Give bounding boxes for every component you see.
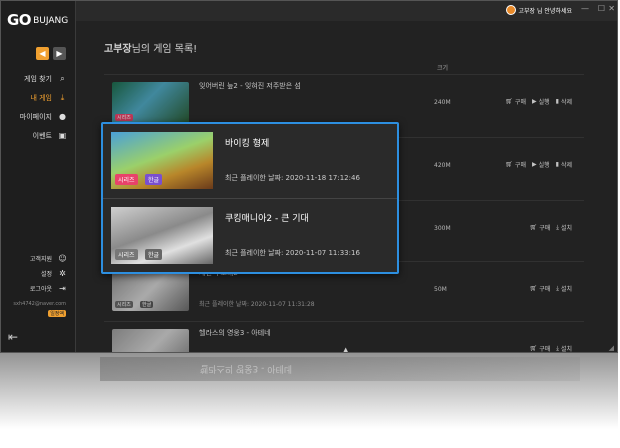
sidebar-item-support[interactable]: 고객지원 ☺ [1,251,76,266]
cart-icon: 🛒︎ [529,285,538,292]
sidebar: GO BUJANG ◀ ▶ 게임 찾기 ⌕ 내 게임 ⤓ 마이페이지 ● 이벤트 ▣ 고객… [1,1,76,352]
download-icon: ⤓ [60,93,65,102]
sidebar-menu: 게임 찾기 ⌕ 내 게임 ⤓ 마이페이지 ● 이벤트 ▣ [1,69,76,145]
maximize-icon[interactable]: ☐ [598,4,605,13]
collapse-sidebar-icon[interactable]: ⇤ [8,330,18,344]
download-icon: ⤓ [556,344,559,352]
play-button[interactable]: ▶ 실행 [532,97,550,106]
scroll-up-icon[interactable]: ▲ [343,346,348,352]
column-header-size: 크기 [437,65,449,72]
game-thumbnail: 시리즈 한글 [111,132,213,189]
membership-badge: 일정액 [48,310,66,317]
buy-button[interactable]: 🛒︎ 구매 [530,223,551,232]
trash-icon: ▮ [555,98,559,105]
popup-game-item[interactable]: 시리즈 한글 바이킹 형제 최근 플레이한 날짜: 2020-11-18 17:… [103,124,397,198]
tag-korean: 한글 [140,301,154,308]
title-bar: 고부장 님 안녕하세요 — ☐ ✕ [76,1,617,21]
close-icon[interactable]: ✕ [608,4,615,13]
install-button[interactable]: ⤓ 설치 [556,284,572,294]
sidebar-item-mypage[interactable]: 마이페이지 ● [1,107,76,126]
gear-icon: ✲ [59,269,66,278]
avatar [505,5,516,15]
cart-icon: 🛒︎ [505,98,513,105]
highlight-popup: 시리즈 한글 바이킹 형제 최근 플레이한 날짜: 2020-11-18 17:… [101,122,399,274]
app-logo[interactable]: GO BUJANG [7,11,68,29]
cart-icon: 🛒︎ [529,224,538,231]
buy-button[interactable]: 🛒︎ 구매 [529,344,551,352]
user-email: sxh4742@naver.com [13,301,66,307]
last-played-date: 최근 플레이한 날짜: 2020-11-07 11:31:28 [199,301,315,308]
game-thumbnail: 시리즈 한글 [111,207,213,264]
forward-button[interactable]: ▶ [53,47,66,60]
download-icon: ⤓ [556,223,559,231]
reflection-text: 헬라스의 영웅3 - 아테네 [200,363,293,373]
cart-icon: 🛒︎ [505,161,513,168]
game-thumbnail: 시리즈 [112,82,189,124]
page-title: 고부장님의 게임 목록! [104,44,198,55]
tag-series: 시리즈 [115,174,138,185]
game-name: 헬라스의 영웅3 - 아테네 [199,329,271,337]
sidebar-bottom-menu: 고객지원 ☺ 설정 ✲ 로그아웃 ⇥ [1,251,76,296]
cart-icon: 🛒︎ [529,345,538,352]
buy-button[interactable]: 🛒︎ 구매 [505,97,526,106]
tag-korean: 한글 [145,174,163,185]
tag-series: 시리즈 [115,114,133,121]
sidebar-item-settings[interactable]: 설정 ✲ [1,266,76,281]
sidebar-item-my-games[interactable]: 내 게임 ⤓ [1,88,76,107]
play-icon: ▶ [531,98,537,105]
game-name: 바이킹 형제 [225,139,270,149]
back-button[interactable]: ◀ [36,47,49,60]
game-size: 240M [434,99,451,106]
user-greeting[interactable]: 고부장 님 안녕하세요 [505,5,572,15]
delete-button[interactable]: ▮ 삭제 [556,97,572,106]
buy-button[interactable]: 🛒︎ 구매 [530,284,551,293]
sidebar-item-find-games[interactable]: 게임 찾기 ⌕ [1,69,76,88]
popup-game-item[interactable]: 시리즈 한글 쿠킹매니아2 - 큰 기대 최근 플레이한 날짜: 2020-11… [103,198,397,272]
trash-icon: ▮ [555,161,559,168]
game-thumbnail [112,329,189,352]
tag-series: 시리즈 [115,301,133,308]
game-thumbnail: 시리즈 한글 [112,269,189,311]
window-reflection: 헬라스의 영웅3 - 아테네 [0,353,618,448]
app-window: GO BUJANG ◀ ▶ 게임 찾기 ⌕ 내 게임 ⤓ 마이페이지 ● 이벤트 ▣ 고객… [0,0,618,353]
sidebar-item-logout[interactable]: 로그아웃 ⇥ [1,281,76,296]
game-size: 300M [434,225,451,232]
buy-button[interactable]: 🛒︎ 구매 [505,160,526,169]
minimize-icon[interactable]: — [581,4,589,13]
calendar-icon: ▣ [58,131,67,140]
tag-korean: 한글 [145,249,163,260]
download-icon: ⤓ [556,284,559,292]
resize-grip-icon[interactable]: ◢ [609,344,614,352]
play-icon: ▶ [531,161,537,168]
last-played-date: 최근 플레이한 날짜: 2020-11-18 17:12:46 [225,174,360,182]
game-name: 잊어버린 늪2 - 잊혀진 저주받은 섬 [199,82,301,90]
install-button[interactable]: ⤓ 설치 [556,344,572,353]
sidebar-item-event[interactable]: 이벤트 ▣ [1,126,76,145]
delete-button[interactable]: ▮ 삭제 [556,160,572,169]
game-size: 50M [434,286,447,293]
tag-series: 시리즈 [115,249,138,260]
install-button[interactable]: ⤓ 설치 [556,223,572,233]
support-icon: ☺ [58,254,67,263]
game-size: 420M [434,162,451,169]
search-icon: ⌕ [60,74,65,83]
last-played-date: 최근 플레이한 날짜: 2020-11-07 11:33:16 [225,249,360,257]
user-icon: ● [59,112,66,121]
play-button[interactable]: ▶ 실행 [532,160,550,169]
logout-icon: ⇥ [59,284,66,293]
game-name: 쿠킹매니아2 - 큰 기대 [225,214,309,224]
